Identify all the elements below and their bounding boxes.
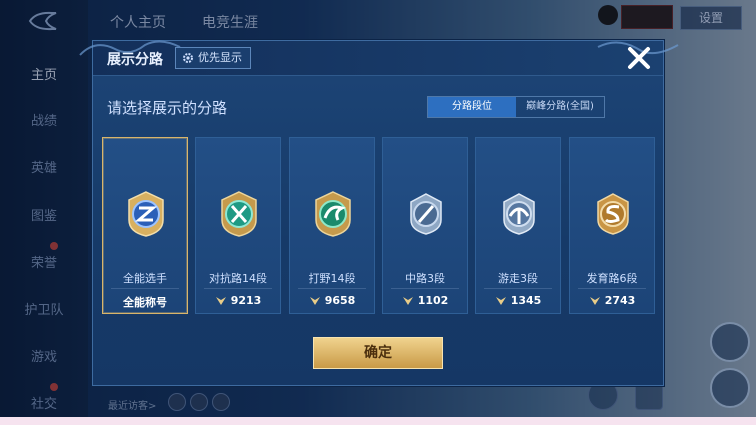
roam-emblem-icon xyxy=(503,193,535,235)
lane-name: 游走3段 xyxy=(498,272,538,285)
lane-score: 1102 xyxy=(383,294,467,307)
tab-lane-rank[interactable]: 分路段位 xyxy=(428,97,516,117)
lane-score: 1345 xyxy=(476,294,560,307)
divider xyxy=(484,288,552,289)
jungle-emblem-icon xyxy=(315,191,351,237)
lane-display-dialog: 展示分路 优先显示 请选择展示的分路 分路段位 巅峰分路(全国) 全能选手 全能… xyxy=(79,40,679,386)
divider xyxy=(204,288,272,289)
lane-score-value: 9658 xyxy=(324,294,356,307)
segment-control: 分路段位 巅峰分路(全国) xyxy=(427,96,605,118)
bottom-strip xyxy=(0,417,756,425)
priority-label: 优先显示 xyxy=(198,51,242,64)
rank-points-icon xyxy=(402,296,413,305)
lane-name: 中路3段 xyxy=(405,272,445,285)
lane-score: 2743 xyxy=(570,294,654,307)
lane-card-jungle[interactable]: 打野14段 9658 xyxy=(289,137,375,314)
lane-card-clash[interactable]: 对抗路14段 9213 xyxy=(195,137,281,314)
lane-card-all-round[interactable]: 全能选手 全能称号 xyxy=(102,137,188,314)
lane-score-value: 1102 xyxy=(417,294,449,307)
lane-card-farm[interactable]: 发育路6段 2743 xyxy=(569,137,655,314)
lane-score-value: 2743 xyxy=(604,294,636,307)
priority-display-button[interactable]: 优先显示 xyxy=(175,47,251,69)
divider xyxy=(391,288,459,289)
divider xyxy=(111,288,179,289)
dialog-header: 展示分路 优先显示 xyxy=(79,40,679,76)
confirm-button[interactable]: 确定 xyxy=(313,337,443,369)
rank-points-icon xyxy=(495,296,506,305)
prompt-text: 请选择展示的分路 xyxy=(107,99,228,117)
clash-lane-emblem-icon xyxy=(221,191,257,237)
tab-peak-lane[interactable]: 巅峰分路(全国) xyxy=(516,97,604,117)
farm-lane-emblem-icon xyxy=(597,193,629,235)
rank-points-icon xyxy=(589,296,600,305)
lane-score-value: 9213 xyxy=(230,294,262,307)
lane-name: 全能选手 xyxy=(123,272,167,285)
lane-card-roam[interactable]: 游走3段 1345 xyxy=(475,137,561,314)
lane-name: 发育路6段 xyxy=(586,272,638,285)
all-round-emblem-icon xyxy=(128,191,164,237)
divider xyxy=(298,288,366,289)
rank-points-icon xyxy=(309,296,320,305)
lane-name: 打野14段 xyxy=(308,272,356,285)
lane-score-value: 1345 xyxy=(510,294,542,307)
gear-icon xyxy=(183,53,193,63)
lane-name: 对抗路14段 xyxy=(209,272,267,285)
lane-score: 9658 xyxy=(290,294,374,307)
rank-points-icon xyxy=(215,296,226,305)
lane-card-list: 全能选手 全能称号 对抗路14段 9213 打野14段 9658 中路3段 11… xyxy=(102,137,657,314)
lane-score: 全能称号 xyxy=(103,294,187,310)
lane-card-mid[interactable]: 中路3段 1102 xyxy=(382,137,468,314)
dialog-title: 展示分路 xyxy=(107,52,163,68)
lane-score: 9213 xyxy=(196,294,280,307)
divider xyxy=(578,288,646,289)
mid-lane-emblem-icon xyxy=(410,193,442,235)
lane-score-value: 全能称号 xyxy=(123,296,167,309)
close-icon[interactable] xyxy=(626,45,652,71)
